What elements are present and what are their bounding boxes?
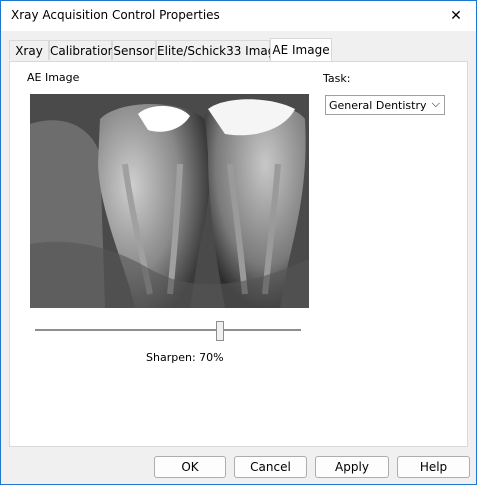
close-icon: ✕ (450, 8, 462, 24)
sharpen-slider-thumb[interactable] (216, 321, 224, 341)
tab-xray[interactable]: Xray (9, 40, 49, 60)
chevron-down-icon: ⌵ (431, 97, 440, 110)
task-select[interactable]: General Dentistry ⌵ (325, 95, 445, 115)
apply-button[interactable]: Apply (315, 456, 389, 478)
tab-panel: AE Image Task: General Dentistry ⌵ Sharp… (9, 61, 468, 447)
close-button[interactable]: ✕ (436, 1, 476, 31)
dialog-window: Xray Acquisition Control Properties ✕ Xr… (0, 0, 477, 485)
sharpen-value-label: Sharpen: 70% (146, 351, 224, 364)
help-button[interactable]: Help (397, 456, 470, 478)
cancel-button[interactable]: Cancel (234, 456, 307, 478)
image-label: AE Image (27, 71, 80, 84)
sharpen-slider-track[interactable] (35, 329, 301, 331)
tab-ae-image[interactable]: AE Image (270, 38, 332, 61)
tab-sensor[interactable]: Sensor (112, 40, 156, 60)
task-label: Task: (323, 72, 351, 85)
tab-elite-schick33-image[interactable]: Elite/Schick33 Image (156, 40, 283, 60)
task-select-value: General Dentistry (329, 99, 427, 112)
xray-image (30, 94, 309, 308)
title-bar: Xray Acquisition Control Properties ✕ (1, 1, 476, 31)
tab-calibration[interactable]: Calibration (49, 40, 115, 60)
window-title: Xray Acquisition Control Properties (11, 8, 220, 22)
ok-button[interactable]: OK (154, 456, 226, 478)
